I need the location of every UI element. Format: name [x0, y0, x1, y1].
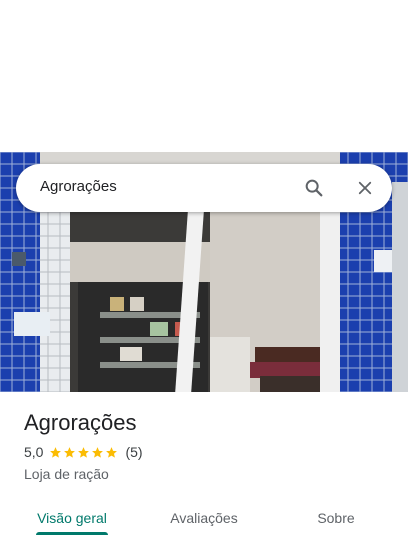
tab-bar: Visão geral Avaliações Sobre	[0, 496, 408, 544]
tab-about[interactable]: Sobre	[288, 510, 384, 526]
rating-stars	[49, 446, 119, 459]
place-category[interactable]: Loja de ração	[24, 466, 109, 482]
star-icon	[50, 446, 62, 458]
star-icon	[64, 446, 76, 458]
star-icon	[92, 446, 104, 458]
tab-reviews[interactable]: Avaliações	[156, 510, 252, 526]
star-icon	[106, 446, 118, 458]
rating-value: 5,0	[24, 444, 44, 460]
tab-active-indicator	[36, 532, 108, 535]
star-icon	[78, 446, 90, 458]
rating-row[interactable]: 5,0 (5)	[24, 444, 143, 460]
search-icon[interactable]	[302, 176, 326, 200]
search-input[interactable]: Agrorações	[40, 178, 117, 195]
map-blank-area	[0, 0, 408, 152]
place-title: Agrorações	[24, 410, 137, 435]
review-count[interactable]: (5)	[125, 444, 142, 460]
search-bar[interactable]: Agrorações	[16, 164, 392, 212]
place-info-panel: Agrorações 5,0 (5) Loja de ração Visão g…	[0, 392, 408, 544]
tab-overview[interactable]: Visão geral	[24, 510, 120, 526]
close-icon[interactable]	[353, 176, 377, 200]
